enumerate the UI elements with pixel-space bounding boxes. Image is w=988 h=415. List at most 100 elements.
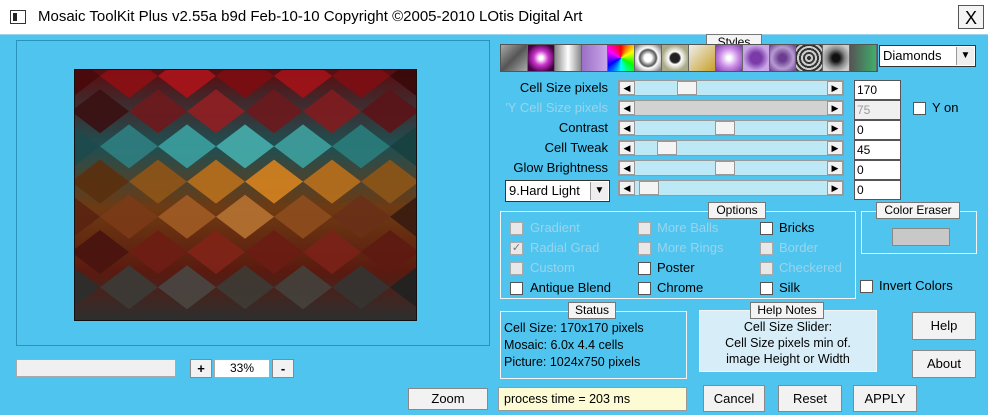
style-ring-icon[interactable] (635, 45, 663, 71)
option-checkbox (638, 242, 651, 255)
slider-thumb[interactable] (715, 161, 735, 175)
title-bar: Mosaic ToolKit Plus v2.55a b9d Feb-10-10… (0, 0, 988, 35)
slider-thumb[interactable] (677, 81, 697, 95)
mosaic-preview-image (74, 69, 417, 321)
blend-mode-value: 9.Hard Light (509, 183, 580, 198)
option-checkbox (510, 222, 523, 235)
apply-button[interactable]: APPLY (853, 385, 917, 412)
option-checkbox (510, 262, 523, 275)
option-label: Gradient (530, 220, 580, 235)
style-hexagon-icon[interactable] (850, 45, 877, 71)
arrow-left-icon[interactable]: ◀ (619, 81, 635, 95)
slider-value[interactable]: 0 (854, 120, 901, 140)
arrow-left-icon[interactable]: ◀ (619, 161, 635, 175)
invert-colors-label: Invert Colors (879, 278, 953, 293)
option-label: Custom (530, 260, 575, 275)
slider-label: Cell Size pixels (519, 80, 608, 95)
y-on-checkbox[interactable] (913, 102, 926, 115)
slider-label: Glow Brightness (513, 160, 608, 175)
blend-mode-select[interactable]: 9.Hard Light ▼ (505, 180, 610, 202)
style-gradient-icon[interactable] (554, 45, 582, 71)
process-time-display: process time = 203 ms (498, 387, 687, 411)
status-text: Cell Size: 170x170 pixels Mosaic: 6.0x 4… (504, 320, 644, 371)
y-on-label: Y on (932, 100, 959, 115)
slider-track[interactable]: ◀ ▶ (618, 80, 844, 96)
cancel-button[interactable]: Cancel (703, 385, 765, 412)
slider-value[interactable]: 45 (854, 140, 901, 160)
arrow-right-icon[interactable]: ▶ (827, 141, 843, 155)
arrow-right-icon[interactable]: ▶ (827, 181, 843, 195)
invert-colors-checkbox[interactable] (860, 280, 873, 293)
about-button[interactable]: About (912, 350, 976, 378)
checkmark-icon: ✓ (511, 242, 522, 254)
style-sphere-icon[interactable] (823, 45, 851, 71)
option-label: Radial Grad (530, 240, 600, 255)
slider-value[interactable]: 75 (854, 100, 901, 120)
arrow-right-icon[interactable]: ▶ (827, 81, 843, 95)
slider-thumb[interactable] (715, 121, 735, 135)
slider-label: Contrast (558, 120, 608, 135)
style-spiral-icon[interactable] (796, 45, 824, 71)
arrow-left-icon[interactable]: ◀ (619, 121, 635, 135)
style-ball-icon[interactable] (662, 45, 690, 71)
chevron-down-icon[interactable]: ▼ (956, 47, 974, 65)
option-checkbox (638, 222, 651, 235)
style-gold-icon[interactable] (689, 45, 716, 71)
status-cell-size: Cell Size: 170x170 pixels (504, 321, 644, 335)
option-checkbox (760, 242, 773, 255)
style-flower-icon[interactable] (769, 45, 797, 71)
slider-thumb[interactable] (639, 181, 659, 195)
option-checkbox[interactable] (638, 282, 651, 295)
arrow-left-icon[interactable]: ◀ (619, 141, 635, 155)
option-checkbox: ✓ (510, 242, 523, 255)
option-checkbox (760, 262, 773, 275)
style-color-wheel-icon[interactable] (608, 45, 636, 71)
style-burst-icon[interactable] (742, 45, 770, 71)
status-group-label: Status (568, 302, 616, 319)
status-picture: Picture: 1024x750 pixels (504, 355, 641, 369)
arrow-left-icon[interactable]: ◀ (619, 101, 635, 115)
option-checkbox[interactable] (510, 282, 523, 295)
zoom-level: 33% (214, 359, 270, 378)
slider-label: 'Y Cell Size pixels (505, 100, 608, 115)
style-select[interactable]: Diamonds ▼ (879, 45, 976, 67)
slider-value[interactable]: 0 (854, 160, 901, 180)
color-eraser-label: Color Eraser (876, 202, 960, 219)
zoom-in-button[interactable]: + (190, 359, 212, 378)
zoom-button[interactable]: Zoom (408, 388, 488, 410)
slider-thumb[interactable] (657, 141, 677, 155)
slider-value[interactable]: 170 (854, 80, 901, 100)
style-swatch-strip (500, 44, 878, 72)
option-label: Silk (779, 280, 800, 295)
style-x-icon[interactable] (501, 45, 528, 71)
slider-track[interactable]: ◀ ▶ (618, 120, 844, 136)
slider-track[interactable]: ◀ ▶ (618, 160, 844, 176)
style-star-icon[interactable] (527, 45, 555, 71)
reset-button[interactable]: Reset (778, 385, 842, 412)
arrow-right-icon[interactable]: ▶ (827, 161, 843, 175)
blend-amount-value[interactable]: 0 (854, 180, 901, 200)
option-label: Checkered (779, 260, 842, 275)
option-label: Border (779, 240, 819, 255)
app-icon[interactable] (10, 10, 26, 24)
option-label: More Rings (657, 240, 724, 255)
option-checkbox[interactable] (760, 222, 773, 235)
color-eraser-swatch[interactable] (892, 228, 950, 246)
style-glow-icon[interactable] (715, 45, 743, 71)
arrow-right-icon[interactable]: ▶ (827, 121, 843, 135)
chevron-down-icon[interactable]: ▼ (590, 182, 608, 200)
slider-track[interactable]: ◀ ▶ (618, 140, 844, 156)
arrow-left-icon[interactable]: ◀ (619, 181, 635, 195)
arrow-right-icon[interactable]: ▶ (827, 101, 843, 115)
option-checkbox[interactable] (638, 262, 651, 275)
zoom-out-button[interactable]: - (272, 359, 294, 378)
help-line-2: Cell Size pixels min of. (725, 336, 851, 350)
help-notes-text: Cell Size Slider: Cell Size pixels min o… (699, 319, 877, 367)
help-button[interactable]: Help (912, 312, 976, 340)
style-select-value: Diamonds (883, 48, 942, 63)
option-checkbox[interactable] (760, 282, 773, 295)
style-arrow-icon[interactable] (581, 45, 609, 71)
close-button[interactable]: X (958, 5, 984, 29)
option-label: Bricks (779, 220, 815, 235)
blend-amount-slider[interactable]: ◀ ▶ (618, 180, 844, 196)
